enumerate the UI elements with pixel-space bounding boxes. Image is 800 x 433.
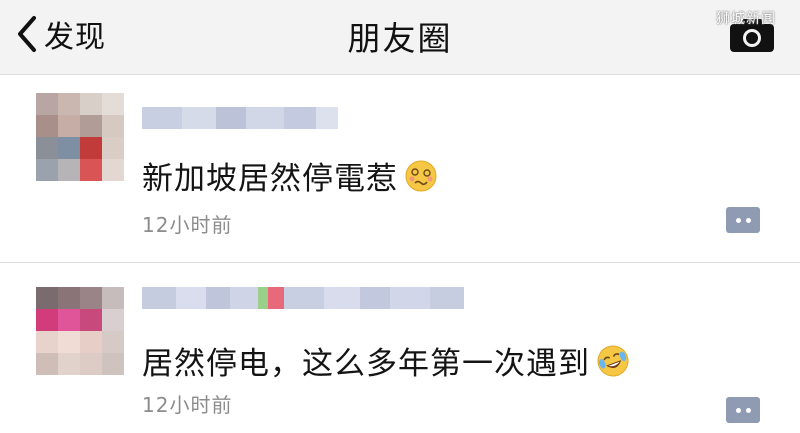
avatar[interactable] xyxy=(36,93,124,181)
post-text: 居然停电，这么多年第一次遇到 xyxy=(142,338,630,383)
woozy-face-icon xyxy=(405,160,437,191)
navigation-bar: 发现 朋友圈 狮城新闻 xyxy=(0,0,800,75)
username-blurred[interactable] xyxy=(142,107,338,129)
watermark-text: 狮城新闻 xyxy=(716,11,776,27)
page-title: 朋友圈 xyxy=(347,19,453,58)
dot-icon xyxy=(735,217,741,223)
post-text: 新加坡居然停電惹 xyxy=(142,153,438,198)
dot-icon xyxy=(745,217,751,223)
dot-icon xyxy=(745,407,751,413)
post-timestamp: 12小时前 xyxy=(142,213,233,237)
moment-post: 居然停电，这么多年第一次遇到 12小时前 xyxy=(0,262,800,433)
post-timestamp: 12小时前 xyxy=(142,393,233,417)
post-text-content: 居然停电，这么多年第一次遇到 xyxy=(142,346,590,382)
laughing-tears-face-icon xyxy=(597,345,629,376)
comment-button[interactable] xyxy=(726,207,760,233)
comment-button[interactable] xyxy=(726,397,760,423)
username-blurred[interactable] xyxy=(142,287,464,309)
dot-icon xyxy=(735,407,741,413)
moment-post: 新加坡居然停電惹 12小时前 xyxy=(0,75,800,261)
avatar[interactable] xyxy=(36,287,124,375)
post-text-content: 新加坡居然停電惹 xyxy=(142,161,398,197)
